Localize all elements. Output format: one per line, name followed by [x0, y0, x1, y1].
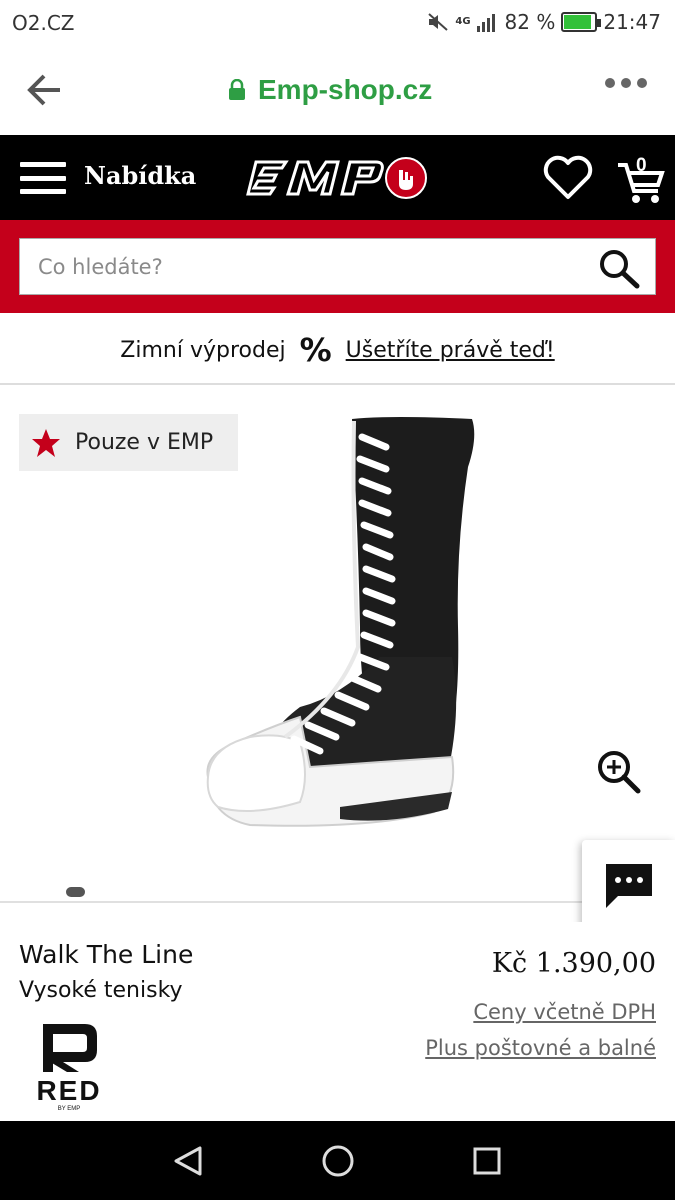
emp-logo[interactable] [246, 156, 428, 200]
search-box [19, 238, 656, 295]
network-type: 4G [455, 16, 471, 27]
chat-icon [606, 864, 652, 908]
browser-bar: Emp-shop.cz [0, 46, 675, 135]
status-icons: 4G 82 % 21:47 [427, 10, 661, 34]
search-icon[interactable] [597, 247, 641, 289]
search-input[interactable] [20, 239, 580, 294]
promo-banner: Zimní výprodej % Ušetříte právě teď! [0, 313, 675, 385]
product-image[interactable] [190, 407, 490, 837]
mute-icon [428, 13, 449, 31]
lock-icon [229, 79, 245, 100]
browser-menu-icon[interactable] [605, 78, 647, 88]
url-text: Emp-shop.cz [258, 74, 433, 105]
vat-link[interactable]: Ceny včetně DPH [473, 1000, 656, 1024]
zoom-icon[interactable] [596, 749, 642, 795]
product-info: Walk The Line Vysoké tenisky Kč 1.390,00… [0, 922, 675, 1122]
svg-text:RED: RED [36, 1075, 101, 1106]
back-arrow-icon[interactable] [26, 72, 66, 108]
cart-count: 0 [636, 155, 647, 176]
brand-logo[interactable]: RED BY EMP [19, 1020, 119, 1112]
battery-fill [564, 15, 591, 29]
heart-icon[interactable] [542, 155, 594, 201]
star-icon [32, 428, 60, 457]
battery-icon [561, 12, 602, 32]
nav-back-icon[interactable] [172, 1145, 204, 1177]
clock: 21:47 [603, 10, 661, 34]
promo-link[interactable]: Ušetříte právě teď! [346, 338, 555, 363]
nav-recents-icon[interactable] [472, 1146, 502, 1176]
menu-label[interactable]: Nabídka [84, 161, 196, 190]
percent-icon: % [299, 331, 332, 369]
battery-percent: 82 % [504, 10, 556, 34]
nav-home-icon[interactable] [321, 1144, 355, 1178]
product-type: Vysoké tenisky [19, 978, 183, 1003]
status-bar: O2.CZ 4G 82 % 21:47 [0, 0, 675, 46]
product-name: Walk The Line [19, 940, 194, 969]
promo-text: Zimní výprodej [120, 337, 286, 363]
url-bar[interactable]: Emp-shop.cz [228, 74, 432, 106]
product-gallery[interactable]: Pouze v EMP [0, 395, 675, 903]
chat-button[interactable] [582, 840, 675, 932]
product-price: Kč 1.390,00 [491, 948, 656, 979]
site-header: Nabídka 0 [0, 135, 675, 220]
svg-text:BY EMP: BY EMP [58, 1106, 81, 1112]
android-nav-bar [0, 1121, 675, 1200]
gallery-pager-dot[interactable] [66, 887, 85, 897]
search-band [0, 220, 675, 313]
hamburger-menu-icon[interactable] [20, 162, 66, 194]
signal-icon [476, 14, 495, 32]
carrier-name: O2.CZ [12, 11, 75, 35]
shipping-link[interactable]: Plus poštovné a balné [425, 1036, 656, 1060]
